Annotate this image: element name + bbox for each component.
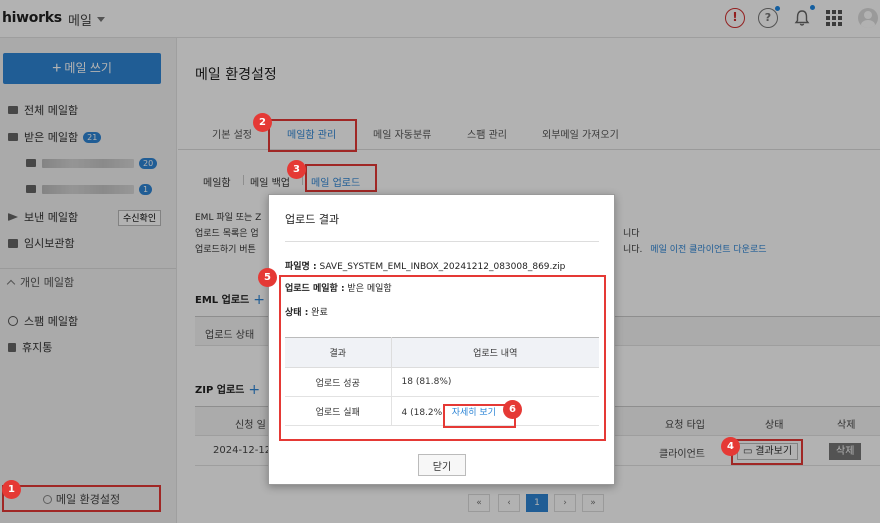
file-label: 파일명 : — [285, 262, 317, 272]
step-marker-5: 5 — [258, 268, 277, 287]
step-marker-3: 3 — [287, 160, 306, 179]
step-marker-6: 6 — [503, 400, 522, 419]
modal-divider — [285, 241, 599, 242]
file-name: SAVE_SYSTEM_EML_INBOX_20241212_083008_86… — [319, 262, 566, 272]
step-marker-4: 4 — [721, 437, 740, 456]
upload-result-modal: 업로드 결과 파일명 : SAVE_SYSTEM_EML_INBOX_20241… — [268, 194, 615, 485]
step-marker-1: 1 — [2, 480, 21, 499]
step-marker-2: 2 — [253, 113, 272, 132]
file-name-row: 파일명 : SAVE_SYSTEM_EML_INBOX_20241212_083… — [285, 259, 565, 272]
close-button[interactable]: 닫기 — [418, 454, 466, 476]
modal-title: 업로드 결과 — [285, 213, 340, 226]
